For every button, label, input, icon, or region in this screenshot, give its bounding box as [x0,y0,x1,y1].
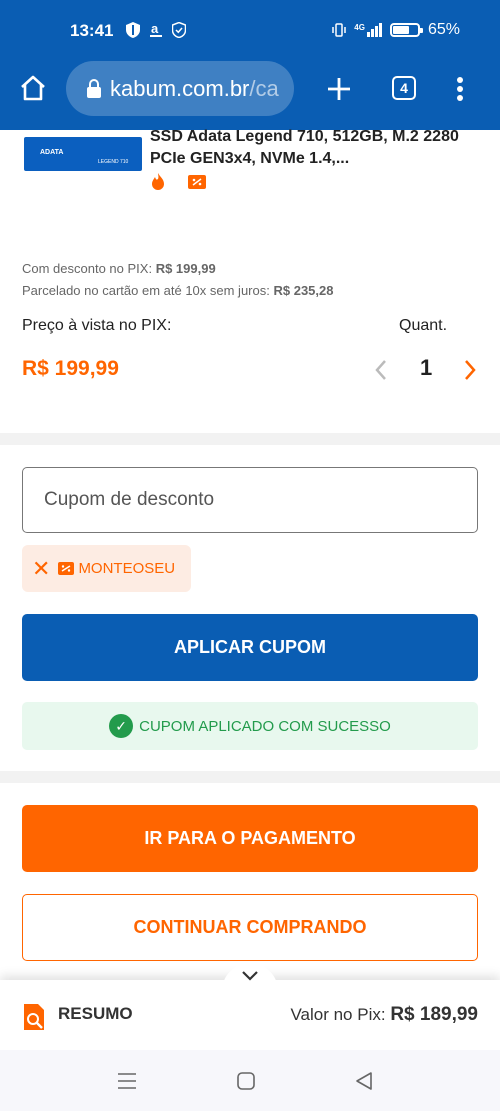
pix-discount-value: R$ 199,99 [155,261,216,276]
pix-total-value: R$ 189,99 [390,1004,478,1025]
vibrate-icon [332,23,347,37]
coupon-input[interactable] [22,467,478,533]
url-text: kabum.com.br/ca [110,76,280,102]
shield-check-icon [172,22,186,38]
recent-apps-icon[interactable] [117,1072,137,1090]
home-icon[interactable] [19,74,47,102]
shield-icon [126,22,140,38]
installment-line: Parcelado no cartão em até 10x sem juros… [22,283,333,298]
receipt-search-icon [24,1004,44,1030]
continue-shopping-button[interactable]: CONTINUAR COMPRANDO [22,894,478,961]
new-tab-icon[interactable] [326,76,352,102]
cash-price: R$ 199,99 [22,357,119,380]
tab-switcher-button[interactable]: 4 [392,76,416,100]
product-image-brand: ADATA [40,149,64,156]
section-divider [0,771,500,783]
quantity-label: Quant. [399,317,448,334]
cash-price-label: Preço à vista no PIX: [22,317,172,334]
coupon-tag-icon [188,175,206,189]
status-notification-icons: a [126,22,186,38]
battery-percent: 65% [427,21,460,38]
coupon-tag-icon [58,562,75,575]
product-title[interactable]: SSD Adata Legend 710, 512GB, M.2 2280 PC… [150,126,480,170]
pix-total: Valor no Pix: R$ 189,99 [290,1004,478,1026]
hot-deal-icon [152,173,164,190]
installment-label: Parcelado no cartão em até 10x sem juros… [22,283,270,298]
pix-discount-line: Com desconto no PIX: R$ 199,99 [22,261,216,276]
product-image-model: LEGEND 710 [98,159,129,165]
check-circle-icon: ✓ [109,714,134,738]
pix-discount-label: Com desconto no PIX: [22,261,153,276]
url-path: /ca [249,75,279,101]
signal-icon: 4G [354,23,382,37]
applied-coupon-code: MONTEOSEU [78,560,176,577]
status-system-icons: 4G 65% [332,21,460,39]
more-menu-icon[interactable] [454,76,466,102]
applied-coupon-chip: ✕ MONTEOSEU [22,545,191,592]
decrease-quantity-icon[interactable] [373,358,389,382]
url-domain: kabum.com.br [110,75,250,101]
lock-icon [87,78,101,98]
apply-coupon-button[interactable]: APLICAR CUPOM [22,614,478,681]
network-type-label: 4G [354,23,365,32]
quantity-value: 1 [420,355,433,380]
remove-coupon-icon[interactable]: ✕ [32,556,50,582]
svg-text:a: a [151,22,159,36]
increase-quantity-icon[interactable] [462,358,478,382]
coupon-success-text: CUPOM APLICADO COM SUCESSO [139,717,391,735]
summary-label: RESUMO [58,1004,133,1023]
pix-total-label: Valor no Pix: [290,1005,386,1024]
expand-summary-toggle[interactable] [222,963,278,997]
chevron-down-icon [242,971,258,981]
product-image[interactable]: ADATA LEGEND 710 [24,137,142,171]
back-nav-icon[interactable] [355,1071,373,1091]
amazon-icon: a [150,22,162,37]
status-time: 13:41 [70,21,114,40]
go-to-payment-button[interactable]: IR PARA O PAGAMENTO [22,805,478,872]
installment-value: R$ 235,28 [273,283,334,298]
coupon-success-message: ✓ CUPOM APLICADO COM SUCESSO [22,702,478,750]
battery-icon [389,23,423,37]
home-nav-icon[interactable] [236,1071,256,1091]
section-divider [0,433,500,445]
address-bar[interactable]: kabum.com.br/ca [66,61,294,116]
